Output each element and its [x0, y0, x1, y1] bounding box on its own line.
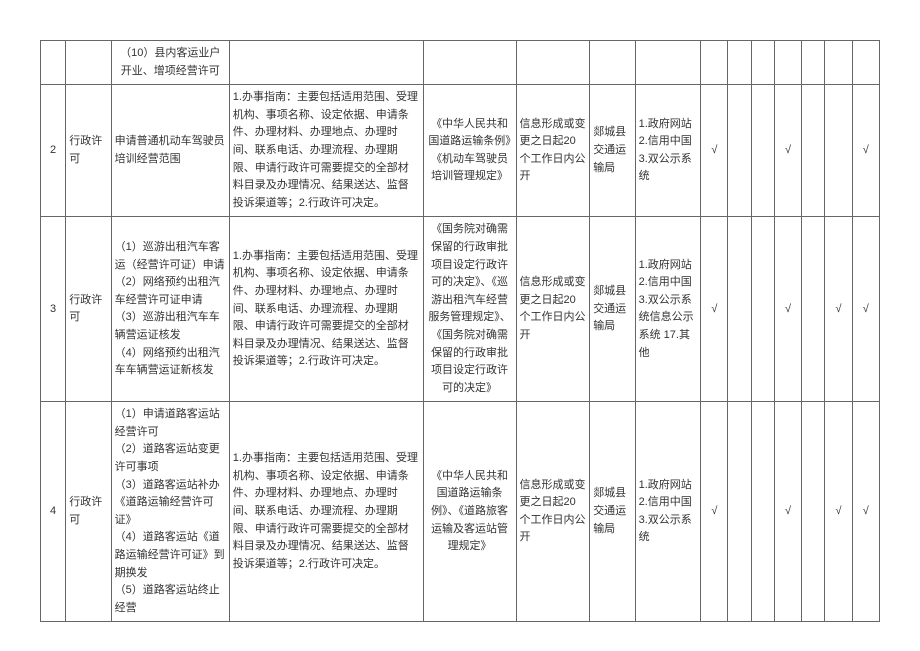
cell-check: [751, 217, 774, 402]
cell-law: [423, 41, 516, 85]
cell-type: 行政许可: [66, 85, 111, 217]
document-page: （10）县内客运业户开业、增项经营许可 2 行政许可 申请普通机动车驾驶员培训经…: [0, 0, 920, 651]
table-row: 4 行政许可 （1）申请道路客运站经营许可 （2）道路客运站变更许可事项 （3）…: [41, 402, 880, 622]
cell-check: √: [701, 217, 728, 402]
cell-check: [728, 41, 751, 85]
cell-check: [728, 402, 751, 622]
cell-check: √: [774, 217, 801, 402]
cell-check: [825, 85, 852, 217]
cell-channel: 1.政府网站 2.信用中国 3.双公示系统: [635, 85, 701, 217]
cell-time: 信息形成或变更之日起20个工作日内公开: [516, 85, 590, 217]
cell-channel: 1.政府网站 2.信用中国 3.双公示系统: [635, 402, 701, 622]
cell-num: 3: [41, 217, 66, 402]
cell-check: [701, 41, 728, 85]
cell-num: [41, 41, 66, 85]
cell-org: 郯城县交通运输局: [590, 217, 635, 402]
cell-channel: 1.政府网站 2.信用中国 3.双公示系统信息公示系统 17.其他: [635, 217, 701, 402]
cell-check: [802, 85, 825, 217]
cell-org: 郯城县交通运输局: [590, 402, 635, 622]
cell-check: [802, 217, 825, 402]
cell-check: √: [774, 402, 801, 622]
cell-check: [751, 85, 774, 217]
cell-check: [802, 41, 825, 85]
cell-items: （1）申请道路客运站经营许可 （2）道路客运站变更许可事项 （3）道路客运站补办…: [111, 402, 229, 622]
cell-check: √: [852, 217, 879, 402]
cell-check: [802, 402, 825, 622]
cell-check: √: [701, 85, 728, 217]
cell-check: √: [852, 402, 879, 622]
cell-law: 《中华人民共和国道路运输条例》《机动车驾驶员培训管理规定》: [423, 85, 516, 217]
data-table: （10）县内客运业户开业、增项经营许可 2 行政许可 申请普通机动车驾驶员培训经…: [40, 40, 880, 622]
table-row: （10）县内客运业户开业、增项经营许可: [41, 41, 880, 85]
cell-time: 信息形成或变更之日起20个工作日内公开: [516, 402, 590, 622]
cell-check: [774, 41, 801, 85]
cell-time: [516, 41, 590, 85]
cell-org: 郯城县交通运输局: [590, 85, 635, 217]
cell-check: [852, 41, 879, 85]
cell-law: 《国务院对确需保留的行政审批项目设定行政许可的决定》、《巡游出租汽车经营服务管理…: [423, 217, 516, 402]
cell-guide: 1.办事指南：主要包括适用范围、受理机构、事项名称、设定依据、申请条件、办理材料…: [229, 402, 423, 622]
cell-check: √: [701, 402, 728, 622]
cell-check: √: [825, 217, 852, 402]
cell-type: 行政许可: [66, 217, 111, 402]
cell-num: 2: [41, 85, 66, 217]
cell-guide: 1.办事指南：主要包括适用范围、受理机构、事项名称、设定依据、申请条件、办理材料…: [229, 85, 423, 217]
table-row: 3 行政许可 （1）巡游出租汽车客运（经营许可证）申请 （2）网络预约出租汽车经…: [41, 217, 880, 402]
cell-check: √: [852, 85, 879, 217]
cell-org: [590, 41, 635, 85]
cell-items: （10）县内客运业户开业、增项经营许可: [111, 41, 229, 85]
cell-num: 4: [41, 402, 66, 622]
cell-guide: [229, 41, 423, 85]
cell-time: 信息形成或变更之日起20个工作日内公开: [516, 217, 590, 402]
cell-check: [728, 217, 751, 402]
cell-channel: [635, 41, 701, 85]
cell-check: [825, 41, 852, 85]
cell-check: √: [825, 402, 852, 622]
cell-guide: 1.办事指南：主要包括适用范围、受理机构、事项名称、设定依据、申请条件、办理材料…: [229, 217, 423, 402]
table-row: 2 行政许可 申请普通机动车驾驶员培训经营范围 1.办事指南：主要包括适用范围、…: [41, 85, 880, 217]
cell-check: [728, 85, 751, 217]
cell-type: 行政许可: [66, 402, 111, 622]
cell-items: 申请普通机动车驾驶员培训经营范围: [111, 85, 229, 217]
cell-items: （1）巡游出租汽车客运（经营许可证）申请 （2）网络预约出租汽车经营许可证申请 …: [111, 217, 229, 402]
cell-check: √: [774, 85, 801, 217]
cell-type: [66, 41, 111, 85]
cell-check: [751, 41, 774, 85]
cell-law: 《中华人民共和国道路运输条例》、《道路旅客运输及客运站管理规定》: [423, 402, 516, 622]
cell-check: [751, 402, 774, 622]
